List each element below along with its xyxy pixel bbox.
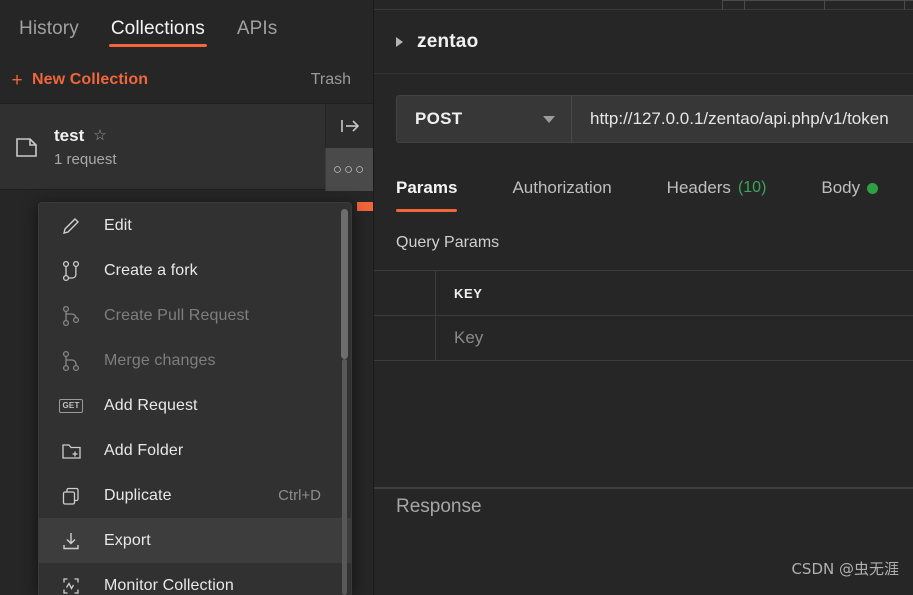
collection-request-count: 1 request (54, 150, 117, 168)
tab-params-label: Params (396, 178, 458, 197)
get-badge-icon: GET (59, 395, 83, 417)
star-icon[interactable]: ☆ (93, 128, 106, 143)
menu-item-add-request[interactable]: GET Add Request (39, 383, 351, 428)
sidebar-tab-collections[interactable]: Collections (95, 0, 221, 57)
accent-edge-marker (357, 202, 373, 211)
key-input-placeholder[interactable]: Key (454, 328, 483, 348)
menu-item-create-pull-request-label: Create Pull Request (104, 306, 250, 324)
plus-icon: + (11, 69, 23, 91)
menu-item-add-folder-label: Add Folder (104, 441, 184, 459)
menu-item-create-pull-request: Create Pull Request (39, 293, 351, 338)
breadcrumb: zentao (374, 10, 913, 74)
trash-button[interactable]: Trash (311, 71, 351, 89)
query-params-table: KEY Key (374, 270, 913, 361)
folder-icon (14, 133, 42, 161)
new-collection-button[interactable]: New Collection (32, 71, 148, 89)
menu-item-create-a-fork-label: Create a fork (104, 261, 198, 279)
collection-actions: ○○○ (325, 104, 373, 191)
collection-context-menu: Edit Create a fork Create Pull Request M… (38, 202, 352, 595)
row-checkbox-cell[interactable] (374, 316, 436, 360)
menu-item-duplicate[interactable]: Duplicate Ctrl+D (39, 473, 351, 518)
method-select-value: POST (415, 109, 463, 128)
sidebar-tab-apis[interactable]: APIs (221, 0, 294, 57)
tab-authorization[interactable]: Authorization (512, 169, 636, 207)
postman-window: History Collections APIs + New Collectio… (0, 0, 913, 595)
monitor-icon (60, 575, 82, 595)
menu-item-monitor-collection-label: Monitor Collection (104, 576, 234, 594)
breadcrumb-collection-name: zentao (417, 30, 479, 52)
pull-request-icon (60, 305, 82, 327)
fork-icon (60, 260, 82, 282)
collection-more-actions-button[interactable]: ○○○ (325, 147, 373, 191)
body-status-dot-icon (867, 182, 879, 194)
menu-item-export[interactable]: Export (39, 518, 351, 563)
row-key-cell[interactable]: Key (436, 316, 913, 360)
context-menu-scrollbar-thumb[interactable] (341, 209, 348, 359)
chevron-right-icon[interactable] (396, 36, 403, 47)
menu-item-add-folder[interactable]: Add Folder (39, 428, 351, 473)
request-tab-strip (374, 0, 913, 10)
pane-splitter[interactable] (374, 487, 913, 489)
table-header-row: KEY (374, 271, 913, 316)
column-header-key: KEY (454, 285, 483, 301)
menu-item-monitor-collection[interactable]: Monitor Collection (39, 563, 351, 595)
collection-name: test (54, 125, 85, 145)
sidebar-tabs: History Collections APIs (0, 0, 373, 57)
request-tabs: Params Authorization Headers (10) Body (396, 169, 913, 212)
tab-segment-1[interactable] (722, 0, 744, 10)
folder-plus-icon (60, 440, 82, 462)
context-menu-scrollbar-track[interactable] (342, 359, 347, 595)
tab-headers[interactable]: Headers (10) (667, 169, 792, 207)
merge-icon (60, 350, 82, 372)
response-placeholder: Response (396, 496, 482, 517)
tab-params[interactable]: Params (396, 169, 458, 212)
tab-segment-3[interactable] (824, 0, 904, 10)
watermark: CSDN @虫无涯 (791, 560, 899, 578)
collection-item-test[interactable]: test ☆ 1 request ○○○ (0, 103, 373, 191)
sidebar: History Collections APIs + New Collectio… (0, 0, 374, 595)
method-select[interactable]: POST (397, 96, 572, 142)
sidebar-tab-collections-label: Collections (110, 17, 205, 39)
pencil-icon (60, 215, 82, 237)
menu-item-merge-changes: Merge changes (39, 338, 351, 383)
new-collection-row: + New Collection Trash (0, 57, 373, 103)
sidebar-tab-apis-label: APIs (236, 17, 278, 39)
chevron-down-icon (543, 115, 555, 123)
ellipsis-icon: ○○○ (332, 160, 367, 178)
collection-text: test ☆ 1 request (54, 126, 117, 168)
query-params-title: Query Params (396, 234, 500, 251)
table-header-key-cell: KEY (436, 271, 913, 315)
url-bar: POST http://127.0.0.1/zentao/api.php/v1/… (396, 95, 913, 143)
tab-segment-2[interactable] (744, 0, 824, 10)
sidebar-tab-history[interactable]: History (3, 0, 95, 57)
menu-item-export-label: Export (104, 531, 151, 549)
menu-item-duplicate-label: Duplicate (104, 486, 172, 504)
sidebar-tab-history-label: History (19, 17, 79, 39)
duplicate-icon (60, 485, 82, 507)
tab-segment-4[interactable] (904, 0, 913, 10)
collection-title-row: test ☆ (54, 126, 117, 146)
tab-authorization-label: Authorization (512, 178, 612, 197)
tab-body[interactable]: Body (821, 169, 903, 207)
request-pane: zentao POST http://127.0.0.1/zentao/api.… (374, 0, 913, 595)
menu-item-add-request-label: Add Request (104, 396, 198, 414)
menu-item-merge-changes-label: Merge changes (104, 351, 216, 369)
tab-headers-count: (10) (737, 179, 767, 196)
table-header-checkbox-cell (374, 271, 436, 315)
tab-headers-label: Headers (666, 178, 731, 197)
menu-item-edit-label: Edit (104, 216, 132, 234)
menu-item-duplicate-shortcut: Ctrl+D (278, 487, 321, 504)
menu-item-edit[interactable]: Edit (39, 203, 351, 248)
export-icon (60, 530, 82, 552)
menu-item-create-a-fork[interactable]: Create a fork (39, 248, 351, 293)
url-input[interactable]: http://127.0.0.1/zentao/api.php/v1/token (572, 96, 913, 142)
get-badge-text: GET (59, 398, 83, 413)
collapse-sidebar-button[interactable] (325, 104, 373, 148)
table-row[interactable]: Key (374, 316, 913, 361)
tab-body-label: Body (821, 178, 861, 197)
